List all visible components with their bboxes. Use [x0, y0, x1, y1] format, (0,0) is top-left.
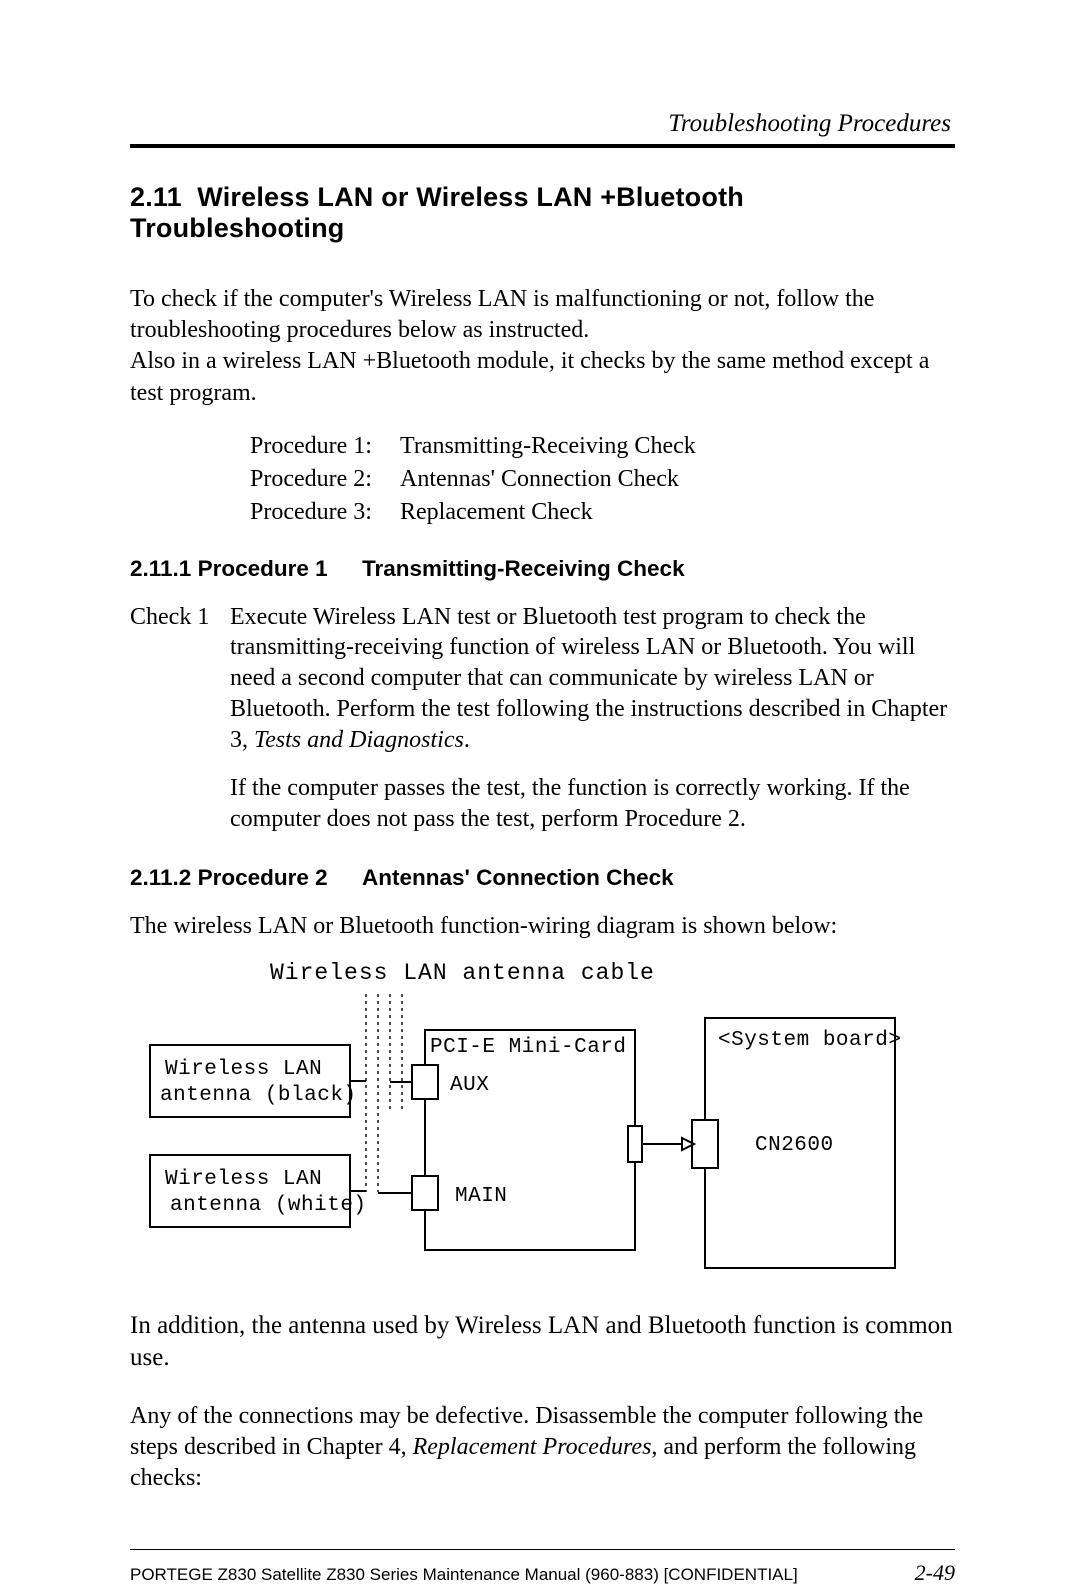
procedure2-number: 2.11.2 Procedure 2	[130, 865, 362, 891]
wiring-diagram: Wireless LAN antenna cable Wireless LAN …	[130, 960, 955, 1280]
closing-p1: In addition, the antenna used by Wireles…	[130, 1310, 955, 1375]
antenna-black-l2: antenna (black)	[160, 1084, 357, 1107]
procedure2-title: Antennas' Connection Check	[362, 865, 674, 891]
procedure-row: Procedure 2: Antennas' Connection Check	[250, 466, 955, 493]
section-title: Wireless LAN or Wireless LAN +Bluetooth …	[130, 182, 744, 243]
aux-label: AUX	[450, 1074, 489, 1097]
procedure1-heading: 2.11.1 Procedure 1 Transmitting-Receivin…	[130, 556, 955, 582]
section-number: 2.11	[130, 182, 182, 212]
procedure-list: Procedure 1: Transmitting-Receiving Chec…	[250, 433, 955, 526]
procedure-row: Procedure 3: Replacement Check	[250, 499, 955, 526]
procedure1-title: Transmitting-Receiving Check	[362, 556, 685, 582]
footer-left: PORTEGE Z830 Satellite Z830 Series Maint…	[130, 1565, 798, 1585]
footer-page-number: 2-49	[915, 1560, 955, 1586]
main-label: MAIN	[455, 1185, 507, 1208]
procedure-text: Antennas' Connection Check	[400, 466, 955, 493]
wiring-diagram-svg: Wireless LAN antenna (black) Wireless LA…	[130, 990, 900, 1280]
procedure1-number: 2.11.1 Procedure 1	[130, 556, 362, 582]
procedure-label: Procedure 2:	[250, 466, 400, 493]
antenna-black-l1: Wireless LAN	[165, 1058, 322, 1081]
intro-p1: To check if the computer's Wireless LAN …	[130, 284, 955, 346]
page: Troubleshooting Procedures 2.11 Wireless…	[0, 0, 1080, 1527]
top-rule	[130, 144, 955, 148]
procedure2-lead: The wireless LAN or Bluetooth function-w…	[130, 911, 955, 942]
check1-block: Check 1 Execute Wireless LAN test or Blu…	[130, 602, 955, 835]
cn2600-label: CN2600	[755, 1134, 834, 1157]
intro-p2: Also in a wireless LAN +Bluetooth module…	[130, 346, 955, 408]
procedure-label: Procedure 3:	[250, 499, 400, 526]
procedure-row: Procedure 1: Transmitting-Receiving Chec…	[250, 433, 955, 460]
check1-p2: If the computer passes the test, the fun…	[230, 773, 955, 834]
closing-p2-em: Replacement Procedures	[413, 1434, 652, 1460]
closing-p2: Any of the connections may be defective.…	[130, 1401, 955, 1495]
check1-p1b: .	[464, 727, 470, 753]
diagram-caption: Wireless LAN antenna cable	[270, 960, 955, 986]
check1-body: Execute Wireless LAN test or Bluetooth t…	[230, 602, 955, 835]
check1-label: Check 1	[130, 602, 230, 835]
intro-block: To check if the computer's Wireless LAN …	[130, 284, 955, 409]
procedure-label: Procedure 1:	[250, 433, 400, 460]
pci-label: PCI-E Mini-Card	[430, 1036, 627, 1059]
running-header: Troubleshooting Procedures	[130, 110, 955, 138]
antenna-white-l1: Wireless LAN	[165, 1168, 322, 1191]
check1-p1-em: Tests and Diagnostics	[254, 727, 464, 753]
procedure-text: Replacement Check	[400, 499, 955, 526]
section-heading: 2.11 Wireless LAN or Wireless LAN +Bluet…	[130, 182, 955, 244]
antenna-white-l2: antenna (white)	[170, 1194, 367, 1217]
check1-p1: Execute Wireless LAN test or Bluetooth t…	[230, 602, 955, 756]
footer: PORTEGE Z830 Satellite Z830 Series Maint…	[130, 1549, 955, 1586]
system-board-label: <System board>	[718, 1029, 900, 1052]
procedure2-heading: 2.11.2 Procedure 2 Antennas' Connection …	[130, 865, 955, 891]
procedure-text: Transmitting-Receiving Check	[400, 433, 955, 460]
